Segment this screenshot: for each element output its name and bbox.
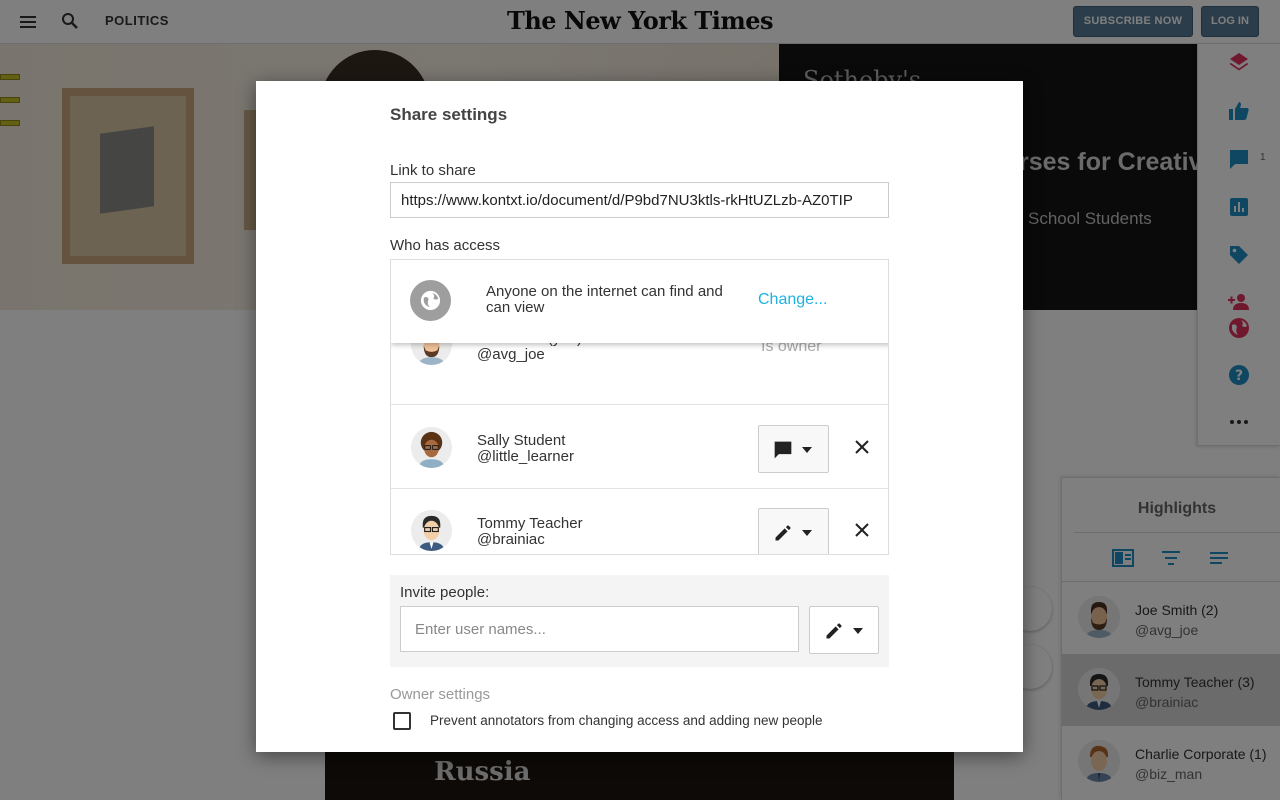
- user-name: Tommy Teacher: [477, 515, 583, 532]
- avatar: [411, 427, 452, 468]
- user-handle: @avg_joe: [477, 346, 545, 363]
- owner-settings-title: Owner settings: [390, 686, 491, 703]
- change-access-link[interactable]: Change...: [758, 291, 827, 309]
- globe-icon: [410, 280, 451, 321]
- pencil-icon: [826, 623, 842, 639]
- prevent-annotators-checkbox[interactable]: [393, 712, 411, 730]
- pencil-icon: [775, 525, 791, 541]
- link-label: Link to share: [390, 162, 476, 179]
- caret-down-icon: [802, 447, 812, 453]
- public-access-row: Anyone on the internet can find and can …: [391, 260, 888, 343]
- share-link-field[interactable]: [390, 182, 889, 218]
- permission-dropdown-comment[interactable]: [758, 425, 829, 473]
- share-settings-dialog: Share settings Link to share Who has acc…: [256, 81, 1023, 752]
- caret-down-icon: [853, 628, 863, 634]
- invite-section: Invite people:: [390, 575, 889, 667]
- user-name: Sally Student: [477, 432, 566, 449]
- permission-dropdown-edit[interactable]: [758, 508, 829, 554]
- avatar: [411, 510, 452, 551]
- remove-user-icon[interactable]: [853, 438, 871, 456]
- access-user-row: Tommy Teacher @brainiac: [391, 489, 888, 554]
- comment-icon: [774, 441, 792, 459]
- access-label: Who has access: [390, 237, 501, 254]
- invite-permission-dropdown[interactable]: [809, 606, 879, 654]
- access-list: Anyone on the internet can find and can …: [390, 259, 889, 555]
- caret-down-icon: [802, 530, 812, 536]
- public-access-text: Anyone on the internet can find and can …: [486, 283, 723, 316]
- prevent-annotators-label[interactable]: Prevent annotators from changing access …: [430, 713, 823, 728]
- dialog-title: Share settings: [390, 105, 508, 124]
- remove-user-icon[interactable]: [853, 521, 871, 539]
- invite-label: Invite people:: [400, 584, 490, 601]
- user-handle: @little_learner: [477, 448, 574, 465]
- user-handle: @brainiac: [477, 531, 545, 548]
- invite-user-input[interactable]: [400, 606, 799, 652]
- access-user-row: Sally Student @little_learner: [391, 406, 888, 489]
